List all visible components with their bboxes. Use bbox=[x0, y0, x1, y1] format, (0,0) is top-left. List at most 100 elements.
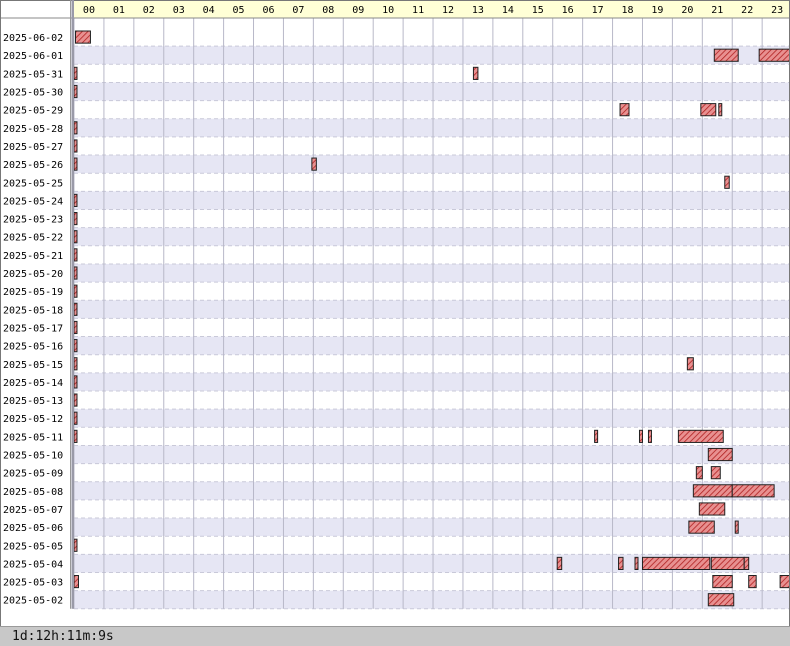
hour-label-00: 00 bbox=[83, 5, 95, 16]
row-stripe bbox=[74, 499, 790, 519]
row-stripe bbox=[74, 173, 790, 192]
interval-bar bbox=[700, 103, 717, 117]
hour-label-04: 04 bbox=[203, 5, 215, 16]
row-stripe bbox=[74, 118, 790, 137]
date-label: 2025-05-26 bbox=[3, 160, 63, 171]
row-stripe bbox=[74, 82, 790, 101]
hour-label-07: 07 bbox=[292, 5, 304, 16]
date-label: 2025-05-22 bbox=[3, 233, 63, 244]
hour-label-14: 14 bbox=[502, 5, 514, 16]
row-stripe bbox=[74, 463, 790, 482]
interval-bar bbox=[731, 484, 775, 498]
interval-bar bbox=[710, 556, 745, 570]
interval-bar bbox=[73, 357, 78, 371]
row-stripe bbox=[74, 209, 790, 228]
row-stripe bbox=[74, 590, 790, 609]
interval-bar bbox=[718, 103, 723, 117]
hour-label-18: 18 bbox=[621, 5, 633, 16]
date-label: 2025-05-07 bbox=[3, 505, 63, 516]
hour-label-22: 22 bbox=[741, 5, 753, 16]
interval-bar bbox=[73, 139, 78, 153]
date-label: 2025-05-24 bbox=[3, 196, 63, 207]
interval-bar bbox=[594, 429, 599, 443]
interval-bar bbox=[698, 502, 726, 516]
interval-bar bbox=[73, 230, 78, 244]
hour-label-03: 03 bbox=[173, 5, 185, 16]
date-label: 2025-06-02 bbox=[3, 33, 63, 44]
row-stripe bbox=[74, 481, 790, 500]
interval-bar bbox=[638, 429, 643, 443]
hour-label-08: 08 bbox=[322, 5, 334, 16]
interval-bar bbox=[73, 538, 78, 552]
interval-bar bbox=[692, 484, 733, 498]
row-stripe bbox=[74, 409, 790, 428]
interval-bar bbox=[73, 212, 78, 226]
date-label: 2025-05-08 bbox=[3, 487, 63, 498]
row-stripe bbox=[74, 136, 790, 156]
date-label: 2025-05-17 bbox=[3, 323, 63, 334]
interval-bar bbox=[73, 66, 78, 80]
date-label: 2025-05-23 bbox=[3, 215, 63, 226]
interval-bar bbox=[695, 466, 703, 480]
row-stripe bbox=[74, 572, 790, 591]
date-label: 2025-05-25 bbox=[3, 178, 63, 189]
interval-bar bbox=[311, 157, 317, 171]
timeline-chart: 00 01 02 03 04 05 06 07 08 09 10 11 12 13 14 15 16 17 18 19… bbox=[0, 0, 790, 626]
date-label: 2025-05-09 bbox=[3, 469, 63, 480]
interval-bar bbox=[618, 556, 624, 570]
date-label: 2025-05-20 bbox=[3, 269, 63, 280]
elapsed-time: 1d:12h:11m:9s bbox=[12, 629, 114, 644]
date-label: 2025-05-30 bbox=[3, 88, 63, 99]
row-stripe bbox=[74, 28, 790, 47]
date-label: 2025-05-28 bbox=[3, 124, 63, 135]
date-label: 2025-05-19 bbox=[3, 287, 63, 298]
interval-bar bbox=[710, 466, 721, 480]
date-label: 2025-05-14 bbox=[3, 378, 63, 389]
interval-bar bbox=[73, 320, 78, 335]
row-stripe bbox=[74, 191, 790, 210]
row-stripe bbox=[74, 64, 790, 83]
date-label: 2025-05-15 bbox=[3, 360, 63, 371]
interval-bar bbox=[686, 357, 694, 371]
interval-bar bbox=[758, 48, 790, 62]
row-stripe bbox=[74, 245, 790, 264]
hour-label-21: 21 bbox=[711, 5, 723, 16]
date-label: 2025-05-31 bbox=[3, 69, 63, 80]
interval-bar bbox=[73, 248, 78, 262]
interval-bar bbox=[641, 556, 711, 570]
interval-bar bbox=[743, 556, 750, 570]
date-label: 2025-05-11 bbox=[3, 432, 63, 443]
interval-bar bbox=[73, 157, 78, 171]
row-stripe bbox=[74, 518, 790, 537]
interval-bar bbox=[724, 175, 730, 189]
hour-label-01: 01 bbox=[113, 5, 125, 16]
interval-bar bbox=[472, 66, 479, 80]
row-stripe bbox=[74, 336, 790, 355]
interval-bar bbox=[73, 266, 78, 280]
interval-bar bbox=[73, 375, 78, 389]
interval-bar bbox=[73, 84, 78, 99]
row-stripe bbox=[74, 391, 790, 410]
row-stripe bbox=[74, 354, 790, 373]
interval-bar bbox=[634, 556, 639, 570]
hour-label-12: 12 bbox=[442, 5, 454, 16]
date-label: 2025-05-13 bbox=[3, 396, 63, 407]
interval-bar bbox=[712, 575, 733, 589]
date-label: 2025-05-21 bbox=[3, 251, 63, 262]
hour-label-20: 20 bbox=[681, 5, 693, 16]
hour-label-13: 13 bbox=[472, 5, 484, 16]
date-label: 2025-05-05 bbox=[3, 541, 63, 552]
interval-bar bbox=[779, 575, 790, 589]
interval-bar bbox=[73, 393, 78, 407]
hour-label-15: 15 bbox=[532, 5, 544, 16]
row-stripe bbox=[74, 372, 790, 391]
interval-bar bbox=[688, 520, 715, 534]
hour-label-09: 09 bbox=[352, 5, 364, 16]
interval-bar bbox=[74, 30, 91, 44]
hour-label-16: 16 bbox=[562, 5, 574, 16]
status-bar: 1d:12h:11m:9s bbox=[0, 626, 790, 646]
date-label: 2025-05-02 bbox=[3, 596, 63, 607]
interval-bar bbox=[556, 556, 563, 570]
row-stripe bbox=[74, 100, 790, 119]
hour-label-10: 10 bbox=[382, 5, 394, 16]
